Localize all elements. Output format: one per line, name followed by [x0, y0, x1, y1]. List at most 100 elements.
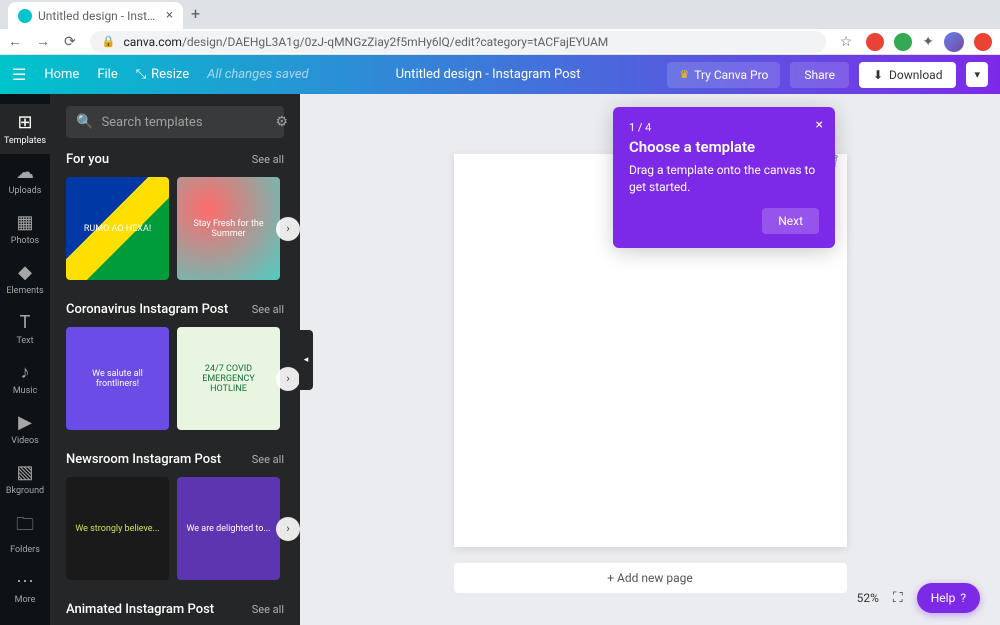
sidebar-item-text[interactable]: T Text: [0, 304, 50, 354]
star-icon[interactable]: ☆: [840, 34, 853, 50]
share-button[interactable]: Share: [790, 62, 849, 88]
videos-icon: ▶: [18, 412, 32, 433]
text-icon: T: [20, 312, 31, 333]
resize-icon: ⤡: [136, 67, 146, 82]
sidebar-label: Bkground: [6, 486, 44, 496]
try-pro-label: Try Canva Pro: [694, 68, 768, 82]
template-row: RUMO AO HEXA!Stay Fresh for the Summer›: [66, 177, 284, 280]
see-all-link[interactable]: See all: [252, 453, 284, 466]
reload-button[interactable]: ⟳: [64, 34, 76, 50]
download-icon: ⬇: [873, 68, 883, 82]
resize-button[interactable]: ⤡ Resize: [136, 67, 189, 82]
template-row: We strongly believe...We are delighted t…: [66, 477, 284, 580]
try-pro-button[interactable]: ♛ Try Canva Pro: [667, 62, 780, 88]
url-domain: canva.com: [123, 35, 182, 49]
back-button[interactable]: ←: [8, 33, 22, 50]
more-icon: ⋯: [16, 571, 34, 592]
add-page-button[interactable]: + Add new page: [454, 563, 847, 593]
template-thumbnail[interactable]: We are delighted to...: [177, 477, 280, 580]
forward-button[interactable]: →: [36, 33, 50, 50]
tooltip-body: Drag a template onto the canvas to get s…: [629, 162, 819, 196]
search-box[interactable]: 🔍 ⚙: [66, 106, 284, 138]
scroll-right-icon[interactable]: ›: [276, 367, 300, 391]
home-link[interactable]: Home: [44, 67, 79, 82]
sidebar-label: Templates: [4, 136, 46, 146]
extensions-menu-icon[interactable]: ✦: [922, 34, 934, 50]
sidebar-item-uploads[interactable]: ☁ Uploads: [0, 154, 50, 204]
sidebar-item-templates[interactable]: ⊞Templates: [0, 104, 50, 154]
crown-icon: ♛: [679, 68, 689, 81]
zoom-controls: 52% ⛶ Help ?: [857, 583, 980, 613]
extension-icon-3[interactable]: [974, 33, 992, 51]
file-menu[interactable]: File: [97, 67, 117, 82]
sidebar-item-more[interactable]: ⋯ More: [0, 563, 50, 613]
tab-close-icon[interactable]: ×: [166, 8, 173, 23]
tooltip-next-button[interactable]: Next: [762, 208, 819, 234]
bkground-icon: ▧: [16, 462, 33, 483]
section-title: For you: [66, 152, 109, 167]
see-all-link[interactable]: See all: [252, 303, 284, 316]
template-thumbnail[interactable]: RUMO AO HEXA!: [66, 177, 169, 280]
tooltip-close-icon[interactable]: ×: [816, 117, 823, 133]
main-area: ⊞Templates ☁ Uploads ▦Photos ◆ Elements T Text ♪…: [0, 94, 1000, 625]
sidebar-item-bkground[interactable]: ▧ Bkground: [0, 454, 50, 504]
template-thumbnail[interactable]: 24/7 COVID EMERGENCY HOTLINE: [177, 327, 280, 430]
address-bar[interactable]: 🔒 canva.com/design/DAEHgL3A1g/0zJ-qMNGzZ…: [90, 31, 826, 53]
tooltip-step: 1 / 4: [629, 121, 819, 134]
profile-avatar[interactable]: [944, 32, 964, 52]
see-all-link[interactable]: See all: [252, 603, 284, 616]
sidebar-item-photos[interactable]: ▦Photos: [0, 204, 50, 254]
extension-icon-1[interactable]: [866, 33, 884, 51]
help-button[interactable]: Help ?: [917, 583, 980, 613]
sidebar-label: Folders: [10, 545, 40, 555]
new-tab-button[interactable]: +: [183, 0, 208, 29]
sidebar-item-folders[interactable]: 🗀 Folders: [0, 504, 50, 563]
template-thumbnail[interactable]: We strongly believe...: [66, 477, 169, 580]
tab-title: Untitled design - Instagram Po...: [38, 9, 160, 23]
menu-icon[interactable]: ☰: [12, 65, 26, 84]
search-input[interactable]: [101, 115, 267, 130]
extension-icons: ✦: [866, 32, 992, 52]
section-title: Newsroom Instagram Post: [66, 452, 221, 467]
sidebar-label: More: [15, 595, 36, 605]
uploads-icon: ☁: [16, 162, 34, 183]
download-button[interactable]: ⬇ Download: [859, 62, 956, 88]
section-title: Animated Instagram Post: [66, 602, 214, 617]
download-label: Download: [889, 68, 942, 82]
photos-icon: ▦: [16, 212, 33, 233]
scroll-right-icon[interactable]: ›: [276, 517, 300, 541]
see-all-link[interactable]: See all: [252, 153, 284, 166]
download-chevron[interactable]: ▾: [966, 62, 988, 87]
save-status: All changes saved: [207, 67, 308, 82]
folders-icon: 🗀: [16, 512, 34, 542]
search-icon: 🔍: [76, 114, 93, 130]
sidebar-label: Elements: [6, 286, 43, 296]
template-thumbnail[interactable]: Stay Fresh for the Summer: [177, 177, 280, 280]
sidebar-label: Uploads: [9, 186, 42, 196]
onboarding-tooltip: × 1 / 4 Choose a template Drag a templat…: [613, 107, 835, 248]
templates-panel: 🔍 ⚙ For you See all RUMO AO HEXA!Stay Fres…: [50, 94, 300, 625]
template-thumbnail[interactable]: We salute all frontliners!: [66, 327, 169, 430]
scroll-right-icon[interactable]: ›: [276, 217, 300, 241]
canvas-area: ◂ × 1 / 4 Choose a template Drag a templ…: [300, 94, 1000, 625]
tooltip-title: Choose a template: [629, 138, 819, 156]
icon-sidebar: ⊞Templates ☁ Uploads ▦Photos ◆ Elements T Text ♪…: [0, 94, 50, 625]
sidebar-item-music[interactable]: ♪ Music: [0, 354, 50, 404]
document-title[interactable]: Untitled design - Instagram Post: [396, 67, 581, 82]
extension-icon-2[interactable]: [894, 33, 912, 51]
zoom-level[interactable]: 52%: [857, 591, 879, 605]
filter-icon[interactable]: ⚙: [275, 114, 288, 130]
sidebar-item-videos[interactable]: ▶Videos: [0, 404, 50, 454]
url-path: /design/DAEHgL3A1g/0zJ-qMNGzZiay2f5mHy6l…: [182, 35, 608, 49]
collapse-panel-button[interactable]: ◂: [299, 330, 313, 390]
sidebar-label: Text: [16, 336, 33, 346]
fullscreen-icon[interactable]: ⛶: [893, 590, 903, 606]
music-icon: ♪: [21, 362, 30, 383]
sidebar-item-elements[interactable]: ◆ Elements: [0, 254, 50, 304]
lock-icon: 🔒: [102, 35, 116, 48]
browser-tab-strip: Untitled design - Instagram Po... × +: [0, 0, 1000, 29]
browser-tab[interactable]: Untitled design - Instagram Po... ×: [8, 2, 183, 29]
sidebar-label: Music: [13, 386, 37, 396]
elements-icon: ◆: [18, 262, 32, 283]
help-label: Help: [931, 591, 956, 605]
